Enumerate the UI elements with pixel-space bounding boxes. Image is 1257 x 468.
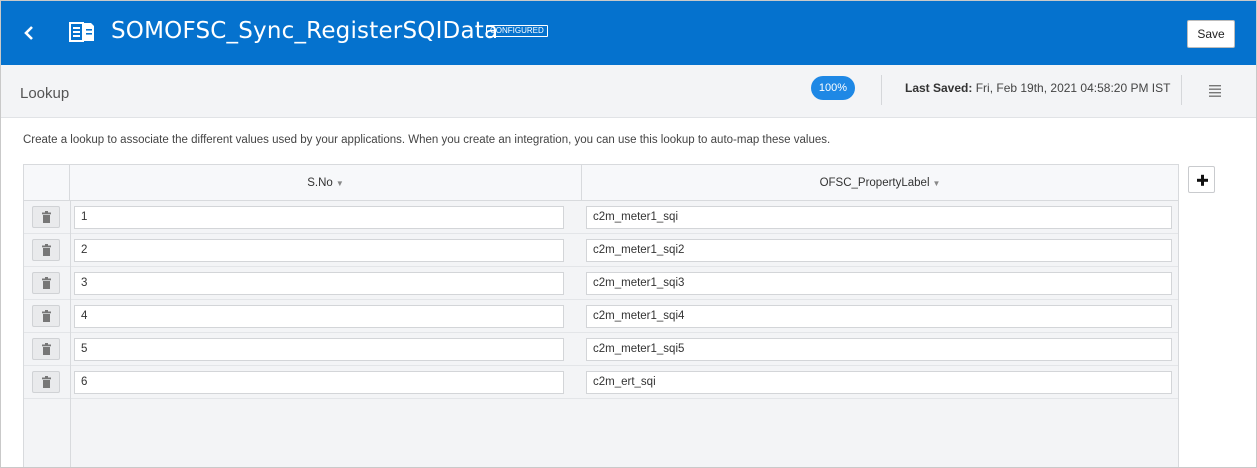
divider [881, 75, 882, 105]
divider [1181, 75, 1182, 105]
trash-icon [42, 211, 51, 223]
column-header-actions [24, 165, 70, 201]
column-header-sno[interactable]: S.No ▼ [70, 165, 582, 201]
column-header-label: S.No [307, 177, 333, 189]
sort-arrow-icon: ▼ [932, 179, 941, 188]
back-button[interactable] [21, 23, 37, 43]
plus-icon [1197, 174, 1208, 186]
property-label-input[interactable]: c2m_meter1_sqi [586, 206, 1172, 229]
delete-row-button[interactable] [32, 338, 60, 360]
status-badge: CONFIGURED [486, 25, 548, 37]
save-button[interactable]: Save [1187, 20, 1235, 48]
table-row: 4 c2m_meter1_sqi4 [24, 300, 1178, 333]
property-label-input[interactable]: c2m_meter1_sqi4 [586, 305, 1172, 328]
progress-badge: 100% [811, 76, 855, 100]
table-row: 5 c2m_meter1_sqi5 [24, 333, 1178, 366]
toolbar: Lookup 100% Last Saved: Fri, Feb 19th, 2… [1, 65, 1256, 118]
property-label-input[interactable]: c2m_meter1_sqi3 [586, 272, 1172, 295]
document-icon [69, 22, 95, 42]
lookup-table: S.No ▼ OFSC_PropertyLabel ▼ 1 c2m_meter1_s… [23, 164, 1179, 467]
table-row: 2 c2m_meter1_sqi2 [24, 234, 1178, 267]
lookup-description: Create a lookup to associate the differe… [23, 134, 831, 146]
last-saved-value: Fri, Feb 19th, 2021 04:58:20 PM IST [975, 81, 1171, 95]
property-label-input[interactable]: c2m_meter1_sqi2 [586, 239, 1172, 262]
column-header-label: OFSC_PropertyLabel [819, 177, 930, 189]
trash-icon [42, 376, 51, 388]
delete-row-button[interactable] [32, 272, 60, 294]
delete-row-button[interactable] [32, 239, 60, 261]
sort-arrow-icon: ▼ [335, 179, 344, 188]
sno-input[interactable]: 2 [74, 239, 564, 262]
chevron-left-icon [24, 26, 33, 40]
app-window: SOMOFSC_Sync_RegisterSQIData CONFIGURED … [0, 0, 1257, 468]
sno-input[interactable]: 5 [74, 338, 564, 361]
trash-icon [42, 244, 51, 256]
trash-icon [42, 343, 51, 355]
table-row: 6 c2m_ert_sqi [24, 366, 1178, 399]
trash-icon [42, 277, 51, 289]
add-row-button[interactable] [1188, 166, 1215, 193]
last-saved-label: Last Saved: [905, 81, 973, 95]
property-label-input[interactable]: c2m_ert_sqi [586, 371, 1172, 394]
last-saved-info: Last Saved: Fri, Feb 19th, 2021 04:58:20… [905, 81, 1170, 95]
sno-input[interactable]: 1 [74, 206, 564, 229]
column-header-property-label[interactable]: OFSC_PropertyLabel ▼ [582, 165, 1178, 201]
header-bar: SOMOFSC_Sync_RegisterSQIData CONFIGURED … [1, 1, 1256, 65]
sno-input[interactable]: 3 [74, 272, 564, 295]
table-row: 1 c2m_meter1_sqi [24, 201, 1178, 234]
trash-icon [42, 310, 51, 322]
table-row: 3 c2m_meter1_sqi3 [24, 267, 1178, 300]
delete-row-button[interactable] [32, 371, 60, 393]
delete-row-button[interactable] [32, 305, 60, 327]
sno-input[interactable]: 6 [74, 371, 564, 394]
integration-title: SOMOFSC_Sync_RegisterSQIData [111, 18, 499, 44]
sno-input[interactable]: 4 [74, 305, 564, 328]
hamburger-menu-icon[interactable] [1209, 84, 1221, 97]
delete-row-button[interactable] [32, 206, 60, 228]
property-label-input[interactable]: c2m_meter1_sqi5 [586, 338, 1172, 361]
page-title: Lookup [20, 85, 70, 102]
column-divider [70, 201, 71, 467]
